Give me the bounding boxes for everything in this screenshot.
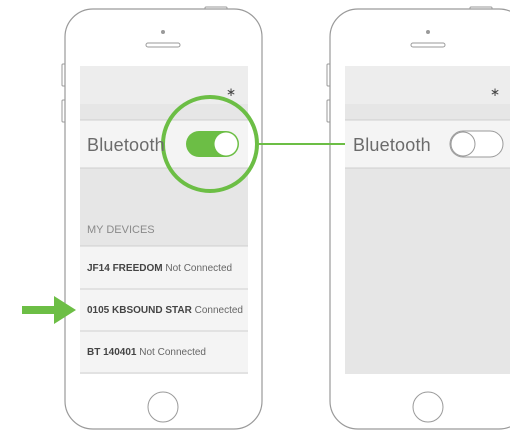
device-name: 0105 KBSOUND STAR [87, 305, 192, 316]
device-row[interactable]: 0105 KBSOUND STAR Connected [87, 305, 243, 317]
bluetooth-label: Bluetooth [87, 135, 165, 155]
illustration-canvas [22, 6, 510, 430]
device-status: Not Connected [165, 263, 233, 274]
bluetooth-toggle-on[interactable] [186, 131, 239, 157]
bluetooth-icon: ∗ [226, 85, 237, 99]
device-status: Connected [194, 305, 243, 316]
screen [345, 66, 510, 374]
status-bar [345, 66, 510, 104]
front-camera [161, 30, 165, 34]
bluetooth-icon: ∗ [490, 85, 501, 99]
section-label-my-devices: MY DEVICES [87, 224, 155, 236]
phone-left [61, 6, 263, 430]
device-row[interactable]: BT 140401 Not Connected [87, 347, 206, 359]
device-row[interactable]: JF14 FREEDOM Not Connected [87, 263, 232, 275]
front-camera [426, 30, 430, 34]
device-name: BT 140401 [87, 347, 137, 358]
device-status: Not Connected [139, 347, 206, 358]
phone-right [326, 6, 510, 430]
device-name: JF14 FREEDOM [87, 263, 163, 274]
bluetooth-toggle-off[interactable] [449, 130, 504, 158]
bluetooth-label: Bluetooth [353, 135, 431, 155]
